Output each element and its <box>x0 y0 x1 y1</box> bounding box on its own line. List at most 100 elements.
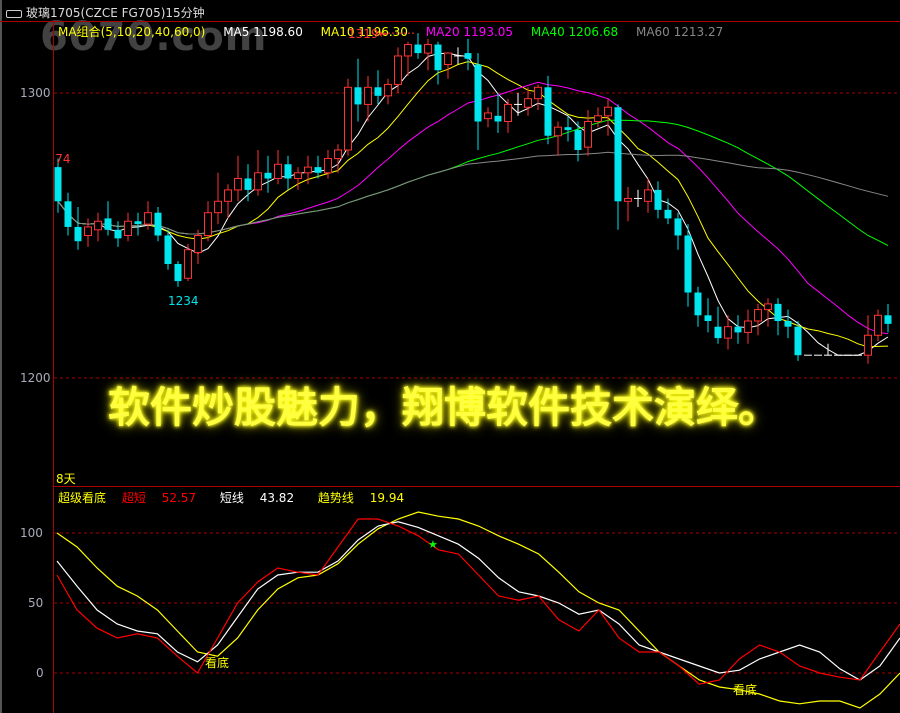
candle-body <box>404 44 412 57</box>
candle-body <box>494 115 502 122</box>
indicator-line-趋势线 <box>56 511 900 709</box>
candle-body <box>314 167 322 173</box>
candle <box>704 298 712 333</box>
candle-body <box>254 172 262 191</box>
candle-body <box>744 320 752 333</box>
candle <box>64 192 72 236</box>
candle-body <box>274 163 282 179</box>
candle-body <box>774 303 782 321</box>
candle <box>604 98 612 136</box>
candle <box>314 155 322 179</box>
candle-body <box>104 218 112 230</box>
candle-body <box>84 226 92 236</box>
bottom-signal-label: 看底 <box>205 655 229 670</box>
candle <box>504 98 512 133</box>
candle-body <box>214 200 222 214</box>
candle-body <box>154 212 162 236</box>
candle <box>234 155 242 202</box>
candle <box>564 115 572 142</box>
candle-body <box>534 86 542 100</box>
left-label-wrap: 1274 <box>54 152 71 166</box>
candle <box>464 38 472 71</box>
candle <box>864 315 872 364</box>
short-label: 超短 <box>121 491 146 505</box>
candle <box>174 261 182 287</box>
indicator-line-超短 <box>56 518 900 685</box>
candle <box>554 121 562 156</box>
candle <box>244 164 252 202</box>
low-label: 1234 <box>168 294 199 308</box>
candle <box>404 41 412 76</box>
candle-body <box>284 164 292 179</box>
candle-body <box>374 87 382 96</box>
candle-body <box>554 126 562 137</box>
candle-body <box>434 44 442 71</box>
candle <box>194 229 202 264</box>
candle <box>474 53 482 150</box>
candle <box>134 212 142 236</box>
candle <box>214 172 222 225</box>
ma40-line <box>57 119 889 247</box>
candle <box>654 181 662 219</box>
candle-body <box>864 334 872 356</box>
indicator-name[interactable]: 超级看底 <box>58 491 106 505</box>
candle-body <box>624 197 632 202</box>
candle <box>794 321 802 361</box>
candle-body <box>144 212 152 225</box>
candle-body <box>174 264 182 282</box>
candle <box>264 155 272 193</box>
candle <box>674 212 682 250</box>
candle <box>414 33 422 59</box>
candle-body <box>224 189 232 202</box>
candle <box>764 298 772 327</box>
candle-body <box>124 220 132 236</box>
candle-body <box>644 189 652 202</box>
candle <box>254 150 262 196</box>
candle-body <box>64 201 72 227</box>
candle-body <box>294 172 302 180</box>
candle <box>534 84 542 111</box>
candle <box>514 93 522 116</box>
candle <box>284 155 292 190</box>
candle-body <box>74 226 82 242</box>
candle-body <box>194 235 202 254</box>
candle <box>204 201 212 242</box>
candle-body <box>94 220 102 231</box>
candle <box>304 155 312 185</box>
candle-body <box>654 189 662 210</box>
candle <box>754 303 762 336</box>
mid-value: 43.82 <box>259 491 295 505</box>
candle-body <box>184 249 192 279</box>
candle-body <box>564 127 572 131</box>
candle <box>784 309 792 339</box>
candle <box>354 58 362 122</box>
candle-body <box>244 178 252 190</box>
candle <box>484 107 492 128</box>
candle <box>84 218 92 247</box>
candle <box>344 78 352 156</box>
candle <box>424 38 432 71</box>
candle <box>684 224 692 307</box>
chart-canvas[interactable]: 1319←12341274看底看底★ <box>0 0 900 713</box>
candle-body <box>264 172 272 179</box>
indicator-plot: 看底看底★ <box>56 511 900 709</box>
candle-body <box>424 44 432 54</box>
candle-body <box>784 321 792 327</box>
candle-body <box>544 87 552 136</box>
candle-body <box>684 235 692 293</box>
candle <box>434 41 442 85</box>
candle <box>374 70 382 105</box>
candle-body <box>484 112 492 120</box>
candle-body <box>114 229 122 239</box>
candle <box>114 221 122 247</box>
candle-body <box>664 209 672 219</box>
ma60-line <box>57 151 889 235</box>
candle <box>74 207 82 250</box>
candle-body <box>724 326 732 339</box>
candle <box>774 298 782 336</box>
candle-body <box>754 309 762 322</box>
candle <box>274 150 282 185</box>
ma5-line <box>57 52 889 356</box>
short-value: 52.57 <box>161 491 197 505</box>
candle <box>164 229 172 270</box>
